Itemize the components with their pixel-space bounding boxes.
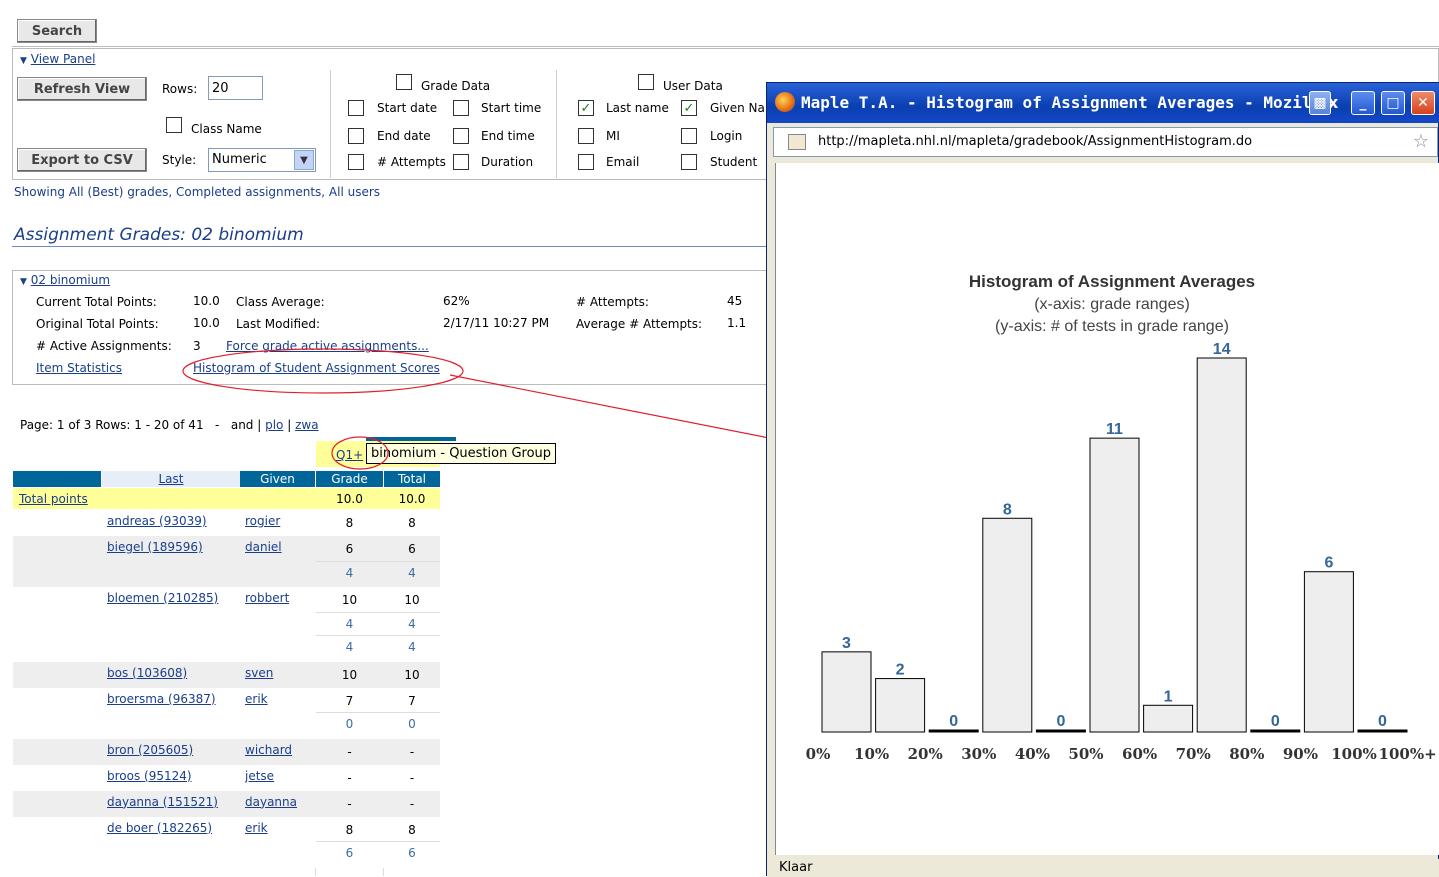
chart-value-label: 0	[1271, 713, 1280, 730]
chart-value-label: 11	[1106, 421, 1123, 438]
chart-value-label: 6	[1324, 555, 1333, 572]
chart-x-tick-label: 100%	[1331, 745, 1377, 763]
minimize-button[interactable]: _	[1351, 91, 1375, 115]
chart-x-tick-label: 20%	[908, 745, 943, 763]
chart-value-label: 3	[842, 635, 851, 652]
chart-subtitle-1: (x-axis: grade ranges)	[1034, 296, 1190, 313]
url-bar[interactable]: http://mapleta.nhl.nl/mapleta/gradebook/…	[773, 127, 1438, 157]
bookmark-star-icon[interactable]: ☆	[1413, 131, 1429, 152]
popup-content: Histogram of Assignment Averages (x-axis…	[775, 163, 1439, 855]
status-bar: Klaar	[767, 859, 1439, 877]
chart-value-label: 8	[1003, 501, 1012, 518]
chart-subtitle-2: (y-axis: # of tests in grade range)	[995, 318, 1229, 335]
chart-x-tick-label: 100%+	[1379, 745, 1437, 763]
chart-x-tick-label: 0%	[806, 745, 831, 763]
chart-x-tick-label: 60%	[1122, 745, 1157, 763]
chart-bars: 3208011114060	[821, 341, 1408, 733]
popup-window: Maple T.A. - Histogram of Assignment Ave…	[766, 82, 1439, 877]
chart-bar	[1035, 729, 1086, 733]
chart-x-tick-label: 10%	[854, 745, 889, 763]
chart-bar	[1143, 704, 1194, 733]
chart-bar	[928, 729, 979, 733]
chart-x-labels: 0% 10% 20% 30% 40% 50% 60% 70% 80% 90% 100% 100%+	[806, 745, 1437, 763]
chart-bar	[1196, 357, 1247, 733]
close-button[interactable]: ✕	[1411, 91, 1435, 115]
chart-value-label: 0	[1378, 713, 1387, 730]
chart-bar	[1250, 729, 1301, 733]
chart-x-tick-label: 30%	[961, 745, 996, 763]
popup-titlebar[interactable]: Maple T.A. - Histogram of Assignment Ave…	[767, 83, 1439, 123]
chart-x-tick-label: 40%	[1015, 745, 1050, 763]
status-text: Klaar	[779, 860, 813, 875]
chart-bar	[875, 678, 926, 733]
chart-bar	[1303, 571, 1354, 733]
restore-icon[interactable]: ▩	[1309, 91, 1331, 115]
histogram-chart: Histogram of Assignment Averages (x-axis…	[806, 272, 1437, 763]
chart-value-label: 0	[949, 713, 958, 730]
popup-title: Maple T.A. - Histogram of Assignment Ave…	[801, 93, 1311, 112]
chart-x-tick-label: 90%	[1283, 745, 1318, 763]
chart-bar	[1357, 729, 1408, 733]
firefox-icon	[775, 92, 795, 112]
url-text[interactable]: http://mapleta.nhl.nl/mapleta/gradebook/…	[818, 134, 1252, 149]
chart-bar	[982, 517, 1033, 733]
chart-x-tick-label: 50%	[1068, 745, 1103, 763]
chart-x-tick-label: 80%	[1229, 745, 1264, 763]
chart-value-label: 14	[1213, 341, 1231, 358]
chart-value-label: 0	[1056, 713, 1065, 730]
maximize-button[interactable]: □	[1381, 91, 1405, 115]
chart-bar	[1089, 437, 1140, 733]
chart-value-label: 2	[896, 662, 905, 679]
chart-x-tick-label: 70%	[1176, 745, 1211, 763]
chart-title: Histogram of Assignment Averages	[969, 272, 1255, 291]
page-icon	[788, 134, 806, 150]
chart-value-label: 1	[1164, 688, 1173, 705]
annotation-ellipse-histogram	[182, 348, 464, 394]
chart-bar	[821, 651, 872, 733]
annotation-ellipse-q1	[331, 436, 389, 470]
